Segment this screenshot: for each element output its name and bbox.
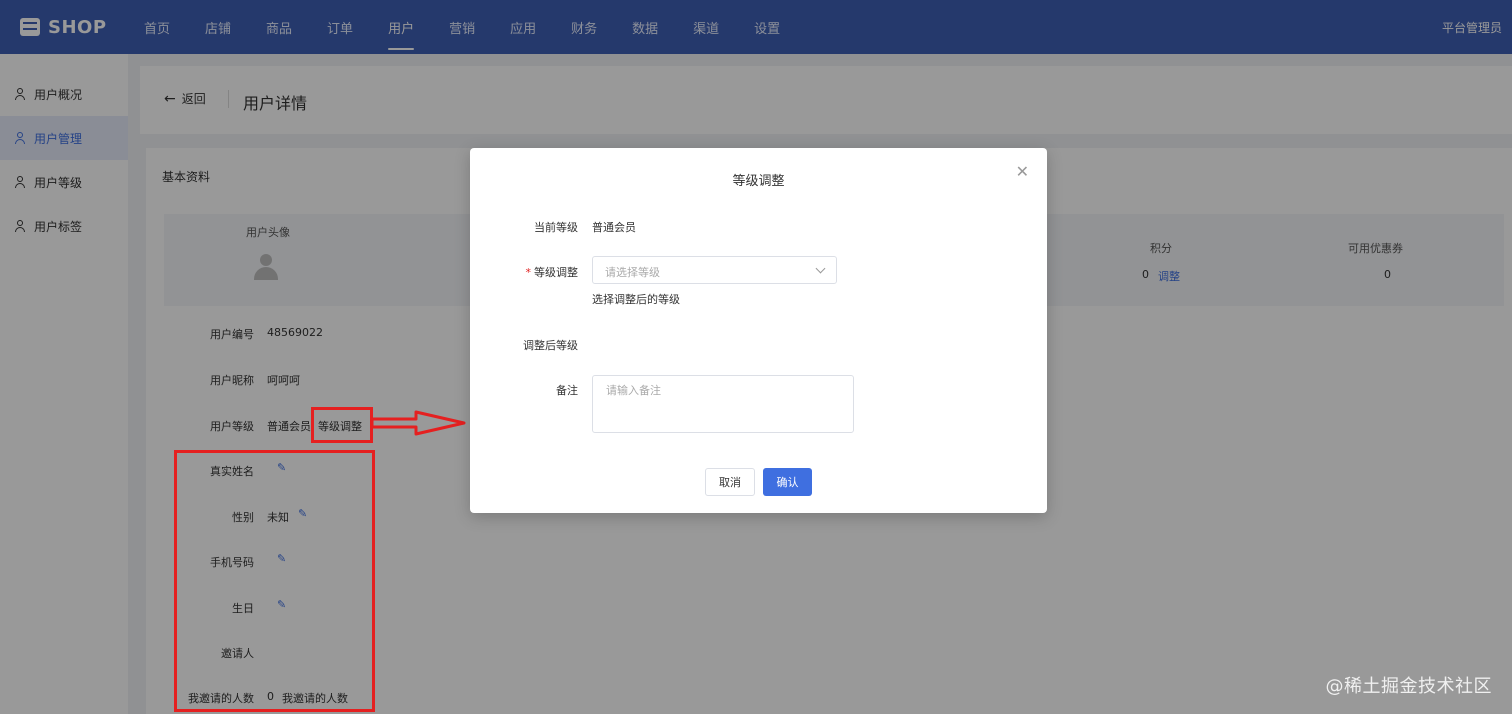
annotation-box-level-adjust [311,407,373,443]
required-marker: * [525,266,532,279]
remark-textarea[interactable]: 请输入备注 [592,375,854,433]
level-select-placeholder: 请选择等级 [605,266,660,279]
current-level-value: 普通会员 [592,221,636,234]
annotation-box-fields [174,450,375,712]
remark-placeholder: 请输入备注 [606,384,661,397]
cancel-button[interactable]: 取消 [705,468,755,496]
level-adjust-dialog: 等级调整 ✕ 当前等级 普通会员 * 等级调整 请选择等级 选择调整后的等级 调整… [470,148,1047,513]
chevron-down-icon [815,263,826,274]
watermark: @稀土掘金技术社区 [1325,676,1492,697]
current-level-label: 当前等级 [534,221,578,234]
dialog-title: 等级调整 [732,174,785,189]
close-icon[interactable]: ✕ [1016,164,1029,180]
adjust-level-label: * 等级调整 [470,264,579,280]
adjust-level-label-text: 等级调整 [534,266,578,279]
remark-label: 备注 [556,384,578,397]
after-level-label: 调整后等级 [523,339,578,352]
level-select-hint: 选择调整后的等级 [592,293,680,306]
confirm-button[interactable]: 确认 [763,468,812,496]
annotation-arrow-icon [372,410,466,436]
level-select[interactable]: 请选择等级 [592,256,837,284]
